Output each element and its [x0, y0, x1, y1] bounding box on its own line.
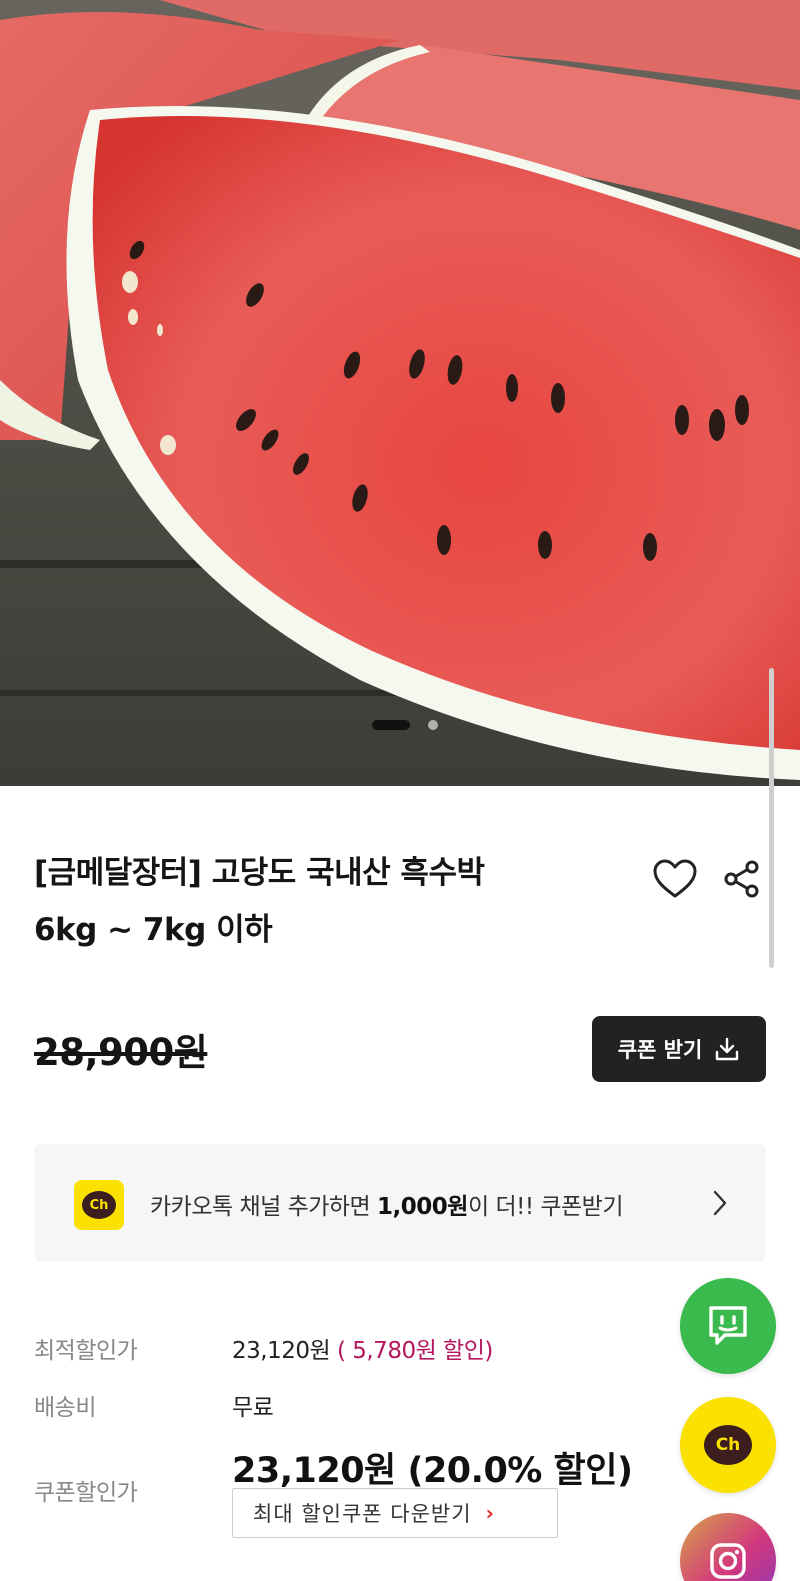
max-coupon-download-button[interactable]: 최대 할인쿠폰 다운받기 › [232, 1488, 558, 1538]
max-coupon-label: 최대 할인쿠폰 다운받기 [253, 1502, 472, 1526]
kakao-banner-text-before: 카카오톡 채널 추가하면 [150, 1194, 378, 1220]
shipping-value: 무료 [232, 1395, 274, 1421]
best-price-row: 23,120원 ( 5,780원 할인) [232, 1331, 493, 1365]
page-scrollbar[interactable] [769, 668, 774, 968]
instagram-button[interactable] [680, 1513, 776, 1581]
coupon-price-value: 23,120원 (20.0% 할인) [232, 1451, 633, 1491]
watermelon-illustration [0, 0, 800, 786]
pager-dot[interactable] [428, 720, 438, 730]
kakao-channel-icon: Ch [74, 1180, 124, 1230]
product-title: [금메달장터] 고당도 국내산 흑수박 6kg ~ 7kg 이하 [34, 845, 634, 959]
pager-dot-active[interactable] [372, 720, 410, 730]
best-price-label: 최적할인가 [34, 1338, 138, 1364]
best-price-value: 23,120원 [232, 1338, 331, 1364]
instagram-icon [710, 1543, 746, 1579]
image-pager [0, 718, 800, 732]
kakao-channel-button[interactable]: Ch [680, 1397, 776, 1493]
original-price: 28,900원 [34, 1031, 208, 1074]
product-title-line1: [금메달장터] 고당도 국내산 흑수박 [34, 855, 485, 891]
share-icon [724, 860, 759, 898]
kakao-channel-fab-text: Ch [704, 1425, 752, 1465]
best-price-discount: ( 5,780원 할인) [336, 1338, 493, 1364]
coupon-price-label: 쿠폰할인가 [34, 1480, 138, 1506]
coupon-download-button[interactable]: 쿠폰 받기 [592, 1016, 766, 1082]
product-title-line2: 6kg ~ 7kg 이하 [34, 912, 273, 948]
kakao-channel-badge-text: Ch [82, 1191, 116, 1219]
share-button[interactable] [718, 855, 766, 903]
chevron-right-icon [713, 1190, 727, 1216]
kakao-banner-amount: 1,000원 [377, 1194, 468, 1220]
chevron-right-icon: › [485, 1501, 495, 1525]
kakao-banner-text-after: 이 더!! 쿠폰받기 [467, 1194, 624, 1220]
shipping-label: 배송비 [34, 1395, 96, 1421]
kakao-banner-text: 카카오톡 채널 추가하면 1,000원이 더!! 쿠폰받기 [150, 1187, 624, 1221]
product-image[interactable] [0, 0, 800, 786]
chat-bubble-icon [709, 1306, 747, 1345]
heart-icon [653, 859, 697, 898]
kakao-channel-banner[interactable]: Ch 카카오톡 채널 추가하면 1,000원이 더!! 쿠폰받기 [34, 1144, 766, 1262]
coupon-button-label: 쿠폰 받기 [617, 1038, 703, 1062]
chat-button[interactable] [680, 1278, 776, 1374]
wishlist-button[interactable] [651, 855, 699, 903]
download-icon [716, 1037, 739, 1061]
